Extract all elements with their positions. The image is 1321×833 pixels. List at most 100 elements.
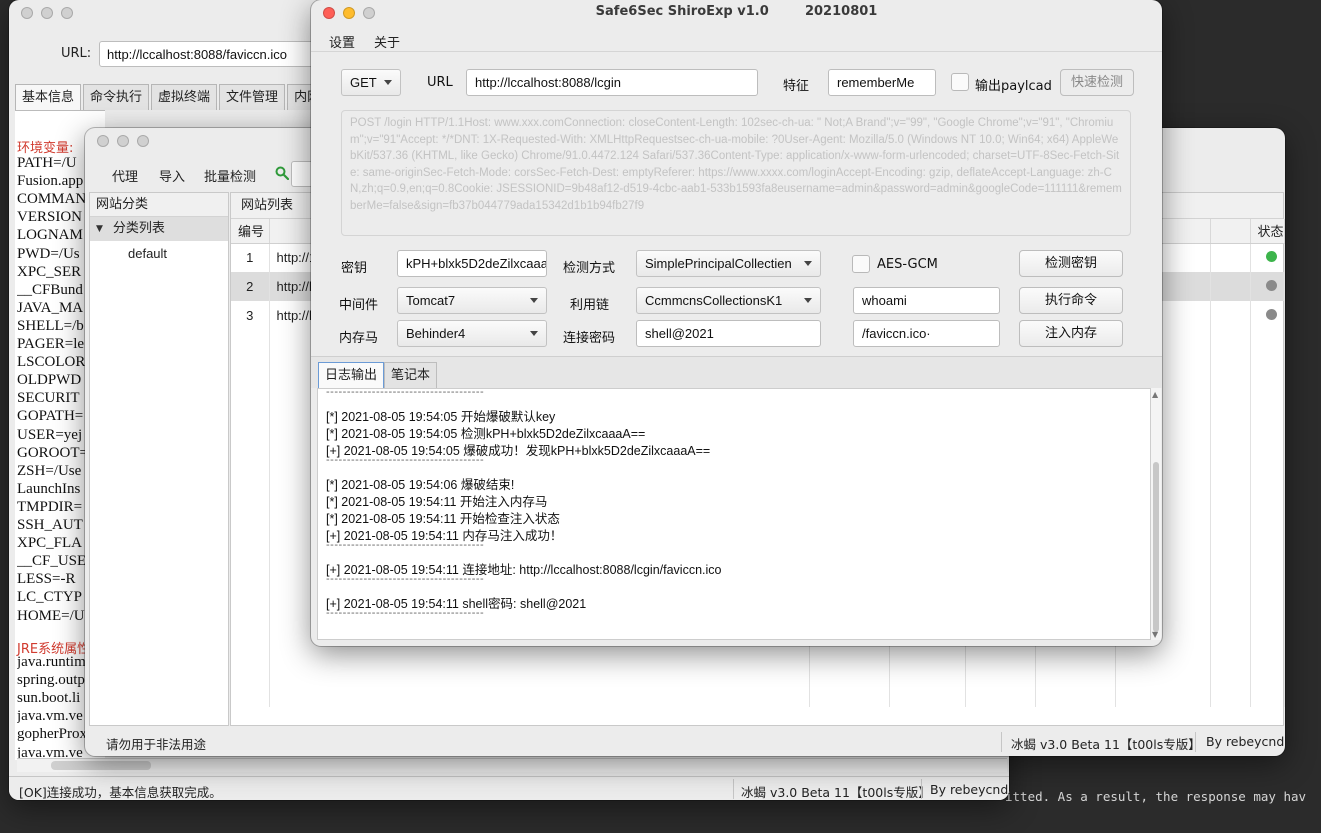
memshell-select[interactable]: Behinder4 [397,320,547,347]
status-dot-icon [1265,309,1277,320]
tree-item-default[interactable]: default [90,241,228,267]
close-window-button[interactable] [21,7,33,19]
zoom-window-button[interactable] [363,7,375,19]
chevron-down-icon [384,80,392,85]
quick-check-button[interactable]: 快速检测 [1060,69,1134,96]
execute-command-button[interactable]: 执行命令 [1019,287,1123,314]
category-pane: 网站分类 ▼ 分类列表 default [89,192,229,726]
scrollbar-thumb[interactable] [51,761,151,770]
chevron-down-icon [530,298,538,303]
detect-mode-label: 检测方式 [563,261,616,276]
cell [231,649,270,678]
cell [1210,446,1251,475]
log-separator: -------------------------------------- [326,573,485,585]
detect-mode-select[interactable]: SimplePrincipalCollectien [636,250,821,277]
tab-item[interactable]: 文件管理 [219,84,286,110]
terminal-output-line: itted. As a result, the response may hav [1005,789,1307,804]
proxy-button[interactable]: 代理 [112,166,138,185]
payload-label: 输出paylcad [975,79,1052,94]
cell [1250,620,1285,649]
import-button[interactable]: 导入 [159,166,185,185]
aes-gcm-checkbox[interactable] [852,255,870,273]
search-icon[interactable] [275,166,289,180]
column-header-status[interactable]: 状态 [1250,219,1285,244]
log-scrollbar[interactable]: ▲ ▼ [1151,388,1161,640]
scrollbar-thumb[interactable] [1153,462,1159,632]
cell [1210,620,1251,649]
method-select[interactable]: GET [341,69,401,96]
memshell-value: Behinder4 [406,326,466,341]
cell [809,678,890,707]
minimize-window-button[interactable] [41,7,53,19]
column-header[interactable] [1210,219,1251,244]
env-title: 环境变量: [17,141,74,156]
request-textarea[interactable]: POST /login HTTP/1.1Host: www.xxx.comCon… [341,110,1131,236]
horizontal-scrollbar[interactable] [17,758,1007,772]
cell [1210,417,1251,446]
middleware-select[interactable]: Tomcat7 [397,287,547,314]
zoom-window-button[interactable] [61,7,73,19]
scroll-down-icon[interactable]: ▼ [1152,630,1158,639]
url-input[interactable] [99,41,319,67]
cell [231,620,270,649]
close-window-button[interactable] [97,135,109,147]
key-label: 密钥 [341,261,368,276]
tab-item[interactable]: 基本信息 [15,84,82,110]
detect-key-button[interactable]: 检测密钥 [1019,250,1123,277]
shell-path-input[interactable]: /faviccn.ico· [853,320,1000,347]
cell [1250,562,1285,591]
log-separator: -------------------------------------- [326,454,485,466]
tab-notebook[interactable]: 笔记本 [384,362,438,389]
payload-checkbox[interactable] [951,73,969,91]
cell [231,475,270,504]
close-window-button[interactable] [323,7,335,19]
cell [965,678,1036,707]
column-header-num[interactable]: 编号 [231,219,270,244]
menu-settings[interactable]: 设置 [329,32,355,51]
cell [1210,301,1251,330]
empty-row [231,678,1285,707]
inject-memshell-button[interactable]: 注入内存 [1019,320,1123,347]
minimize-window-button[interactable] [343,7,355,19]
zoom-window-button[interactable] [137,135,149,147]
gadget-chain-select[interactable]: CcmmcnsCollectionsK1 [636,287,821,314]
tab-item[interactable]: 虚拟终端 [151,84,218,110]
feature-label: 特征 [783,79,810,94]
status-author: By rebeycnd [930,782,1009,797]
menu-about[interactable]: 关于 [374,32,400,51]
command-input[interactable]: whoami [853,287,1000,314]
status-dot-icon [1265,280,1277,291]
cell [1250,359,1285,388]
minimize-window-button[interactable] [117,135,129,147]
expand-triangle-icon[interactable]: ▼ [96,217,103,241]
connect-password-input[interactable]: shell@2021 [636,320,821,347]
scroll-up-icon[interactable]: ▲ [1152,390,1158,399]
status-author: By rebeycnd [1206,734,1285,749]
cell [231,562,270,591]
cell [1250,678,1285,707]
cell [1250,649,1285,678]
gadget-chain-label: 利用链 [570,298,610,313]
status-dot-icon [1265,251,1277,263]
tree-root-category-list[interactable]: ▼ 分类列表 [90,217,228,241]
log-output-area[interactable]: -------------------------------------- [*… [317,388,1151,640]
key-input[interactable]: kPH+blxk5D2deZilxcaaa [397,250,547,277]
status-message: [OK]连接成功，基本信息获取完成。 [19,785,222,800]
cell [1210,678,1251,707]
batch-check-button[interactable]: 批量检测 [204,166,256,185]
cell [231,330,270,359]
memshell-label: 内存马 [339,331,379,346]
empty-row [231,649,1285,678]
shiroexp-window: Safe6Sec ShiroExp v1.0 20210801 设置 关于 GE… [311,0,1162,646]
tab-item[interactable]: 命令执行 [83,84,150,110]
cell [1250,475,1285,504]
cell [1250,533,1285,562]
cell [1250,388,1285,417]
target-url-input[interactable]: http://lccalhost:8088/lcgin [466,69,758,96]
log-separator: -------------------------------------- [326,388,485,398]
cell [1210,649,1251,678]
log-separator: -------------------------------------- [326,539,485,551]
feature-input[interactable]: rememberMe [828,69,936,96]
tab-log-output[interactable]: 日志输出 [318,362,385,389]
middleware-value: Tomcat7 [406,293,456,308]
